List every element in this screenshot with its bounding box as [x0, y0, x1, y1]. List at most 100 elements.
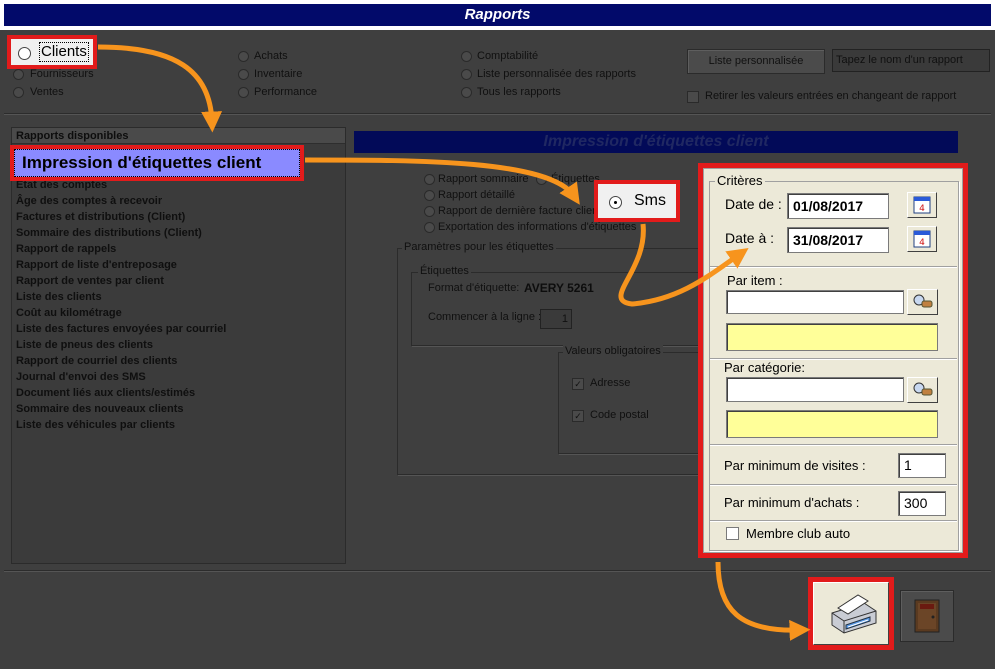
retain-values-label: Retirer les valeurs entrées en changeant… [705, 90, 957, 102]
radio-label-sms: Sms [634, 192, 666, 209]
adresse-checkbox[interactable]: ✓ [572, 378, 584, 390]
calendar-icon: 4 [913, 230, 931, 248]
labels-group-label: Étiquettes [418, 265, 471, 277]
retain-values-checkbox[interactable] [687, 91, 699, 103]
radio-label-rapport-sommaire: Rapport sommaire [438, 173, 529, 185]
arrow-clients-to-report [97, 44, 223, 133]
radio-achats[interactable] [238, 51, 249, 62]
radio-exportation[interactable] [424, 222, 435, 233]
radio-label-exportation: Exportation des informations d'étiquette… [438, 221, 637, 233]
print-button[interactable] [813, 582, 889, 645]
start-line-label: Commencer à la ligne : [428, 311, 542, 323]
radio-label-inventaire: Inventaire [254, 68, 303, 80]
radio-fournisseurs[interactable] [13, 69, 24, 80]
list-item[interactable]: Liste des clients [16, 289, 102, 305]
radio-tous-rapports[interactable] [461, 87, 472, 98]
min-purchases-label: Par minimum d'achats : [724, 495, 860, 510]
custom-list-button[interactable]: Liste personnalisée [687, 49, 825, 74]
list-item[interactable]: Liste de pneus des clients [16, 337, 153, 353]
code-postal-checkbox[interactable]: ✓ [572, 410, 584, 422]
list-item[interactable]: Rapport de ventes par client [16, 273, 164, 289]
by-category-label: Par catégorie: [724, 360, 805, 375]
radio-label-clients: Clients [39, 42, 89, 62]
adresse-label: Adresse [590, 377, 631, 389]
window-title: Rapports [4, 4, 991, 26]
date-to-calendar-button[interactable]: 4 [907, 226, 937, 252]
exit-door-icon [914, 599, 940, 633]
list-item[interactable]: Liste des factures envoyées par courriel [16, 321, 226, 337]
radio-comptabilite[interactable] [461, 51, 472, 62]
code-postal-label: Code postal [590, 409, 649, 421]
radio-derniere-facture[interactable] [424, 206, 435, 217]
date-from-input[interactable]: 01/08/2017 [787, 193, 889, 219]
radio-rapport-detaille[interactable] [424, 190, 435, 201]
radio-label-tous-rapports: Tous les rapports [477, 86, 561, 98]
divider [710, 520, 957, 522]
svg-text:4: 4 [919, 204, 925, 214]
report-list-header: Rapports disponibles [12, 128, 345, 144]
list-item[interactable]: Coût au kilométrage [16, 305, 122, 321]
search-icon [913, 294, 933, 308]
date-to-label: Date à : [725, 230, 775, 246]
list-item[interactable]: Rapport de liste d'entreposage [16, 257, 177, 273]
printer-icon [831, 594, 877, 634]
divider [710, 266, 957, 268]
divider [4, 113, 991, 115]
svg-text:4: 4 [919, 238, 925, 248]
date-from-calendar-button[interactable]: 4 [907, 192, 937, 218]
selected-report-label[interactable]: Impression d'étiquettes client [22, 153, 261, 173]
criteria-title: Critères [715, 173, 765, 188]
by-category-search-button[interactable] [907, 377, 938, 403]
report-name-input[interactable]: Tapez le nom d'un rapport [832, 49, 990, 72]
list-item[interactable]: Rapport de rappels [16, 241, 116, 257]
report-list: Rapports disponibles État des comptes Âg… [11, 127, 346, 564]
radio-label-performance: Performance [254, 86, 317, 98]
mandatory-group [558, 352, 701, 454]
exit-button[interactable] [900, 590, 954, 642]
list-item[interactable]: Factures et distributions (Client) [16, 209, 185, 225]
by-category-result [726, 410, 938, 438]
criteria-callout: Critères Date de : 01/08/2017 4 Date à :… [698, 163, 968, 558]
list-item[interactable]: Rapport de courriel des clients [16, 353, 177, 369]
radio-label-rapport-detaille: Rapport détaillé [438, 189, 516, 201]
mandatory-group-label: Valeurs obligatoires [563, 345, 663, 357]
search-icon [913, 382, 933, 396]
club-checkbox[interactable] [726, 527, 739, 540]
radio-label-comptabilite: Comptabilité [477, 50, 539, 62]
radio-liste-personnalisee[interactable] [461, 69, 472, 80]
callout-sms: Sms [594, 180, 680, 222]
arrow-criteria-to-print [715, 561, 811, 641]
divider [710, 484, 957, 486]
by-item-input[interactable] [726, 290, 904, 314]
start-line-input[interactable]: 1 [540, 309, 572, 329]
date-to-input[interactable]: 31/08/2017 [787, 227, 889, 253]
radio-performance[interactable] [238, 87, 249, 98]
divider [4, 570, 991, 572]
callout-clients: Clients [7, 35, 97, 69]
radio-inventaire[interactable] [238, 69, 249, 80]
list-item[interactable]: Âge des comptes à recevoir [16, 193, 162, 209]
radio-label-ventes: Ventes [30, 86, 64, 98]
radio-rapport-sommaire[interactable] [424, 174, 435, 185]
by-item-search-button[interactable] [907, 289, 938, 315]
radio-ventes[interactable] [13, 87, 24, 98]
by-item-result [726, 323, 938, 351]
radio-etiquettes[interactable] [536, 174, 547, 185]
list-item[interactable]: Sommaire des nouveaux clients [16, 401, 184, 417]
list-item[interactable]: Journal d'envoi des SMS [16, 369, 146, 385]
criteria-panel: Critères Date de : 01/08/2017 4 Date à :… [703, 168, 963, 553]
list-item[interactable]: Sommaire des distributions (Client) [16, 225, 202, 241]
list-item[interactable]: Document liés aux clients/estimés [16, 385, 195, 401]
min-visits-input[interactable]: 1 [898, 453, 946, 478]
club-label: Membre club auto [746, 526, 851, 541]
radio-label-liste-personnalisee: Liste personnalisée des rapports [477, 68, 636, 80]
divider [710, 444, 957, 446]
by-category-input[interactable] [726, 377, 904, 402]
radio-clients[interactable] [18, 47, 31, 60]
min-purchases-input[interactable]: 300 [898, 491, 946, 516]
panel-title: Impression d'étiquettes client [354, 131, 958, 153]
window-titlebar: Rapports [0, 0, 995, 30]
list-item[interactable]: Liste des véhicules par clients [16, 417, 175, 433]
radio-label-achats: Achats [254, 50, 288, 62]
radio-label-derniere-facture: Rapport de dernière facture client [438, 205, 602, 217]
